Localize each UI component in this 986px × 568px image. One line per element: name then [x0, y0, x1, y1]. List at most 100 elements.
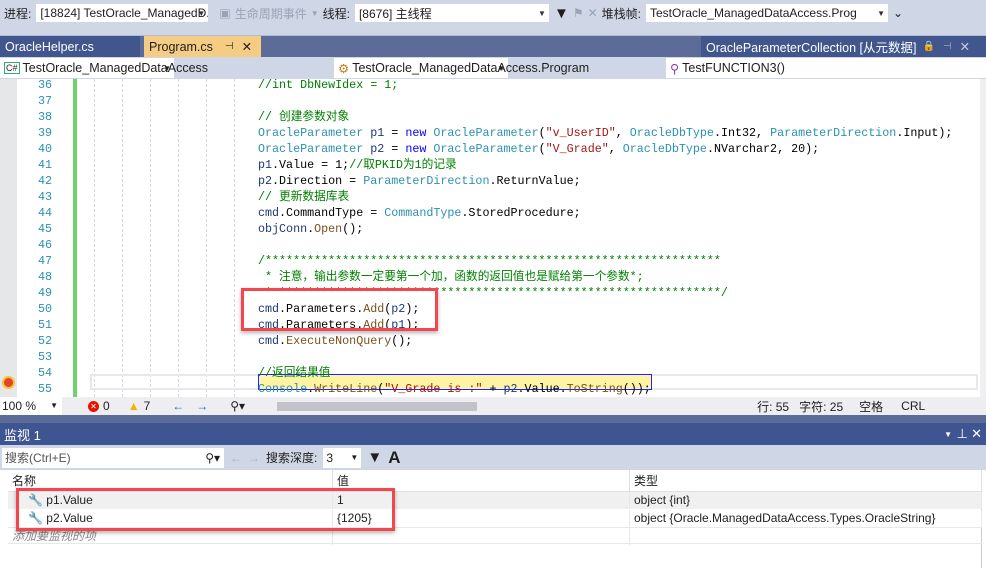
- thread-dropdown[interactable]: [8676] 主线程 ▼: [353, 3, 550, 23]
- line-number: 47: [37, 254, 52, 268]
- code-editor[interactable]: 36 //int DbNewIdex = 1; 37 38 // 创建参数对象 39 Ora…: [0, 79, 986, 397]
- code-line[interactable]: Console.WriteLine("V_Grade is :" + p2.Va…: [258, 381, 651, 397]
- code-token: objConn: [258, 222, 308, 236]
- indent-guide: [234, 79, 235, 397]
- member-dropdown[interactable]: ⚲ TestFUNCTION3(): [666, 58, 986, 78]
- glyph-margin[interactable]: [0, 79, 17, 397]
- code-token: // 更新数据库表: [258, 190, 350, 204]
- code-line[interactable]: cmd.ExecuteNonQuery();: [258, 333, 412, 349]
- forward-arrow-icon[interactable]: →: [196, 399, 208, 413]
- search-back-icon[interactable]: ←: [230, 451, 242, 465]
- column-header-type[interactable]: 类型: [630, 470, 982, 492]
- error-count[interactable]: 0: [103, 399, 110, 413]
- code-line[interactable]: OracleParameter p1 = new OracleParameter…: [258, 125, 952, 141]
- chevron-down-icon: ▼: [50, 401, 58, 410]
- close-icon[interactable]: ✕: [971, 426, 982, 442]
- code-token: ();: [342, 222, 364, 236]
- tab-oracleparametercollection[interactable]: OracleParameterCollection [从元数据] 🔒 ⊣ ✕: [701, 36, 986, 57]
- close-icon[interactable]: ✕: [242, 39, 252, 54]
- code-token: * 注意，输出参数一定要第一个加，函数的返回值也是赋给第一个参数*;: [258, 270, 644, 284]
- chevron-down-icon[interactable]: ▼: [944, 430, 952, 439]
- project-dropdown[interactable]: C# TestOracle_ManagedDataAccess ▼: [0, 58, 208, 78]
- tab-oraclehelper[interactable]: OracleHelper.cs: [0, 36, 140, 57]
- code-line[interactable]: OracleParameter p2 = new OracleParameter…: [258, 141, 819, 157]
- code-line[interactable]: p1.Value = 1;//取PKID为1的记录: [258, 157, 457, 173]
- filter-icon[interactable]: ▼: [554, 5, 569, 22]
- vertical-scrollbar[interactable]: [980, 79, 986, 397]
- code-line[interactable]: objConn.Open();: [258, 221, 363, 237]
- stackframe-dropdown[interactable]: TestOracle_ManagedDataAccess.Prog ▼: [645, 3, 889, 23]
- code-token: OracleParameter: [433, 126, 539, 140]
- lifecycle-events-button[interactable]: 生命周期事件: [235, 5, 307, 22]
- code-line[interactable]: * 注意，输出参数一定要第一个加，函数的返回值也是赋给第一个参数*;: [258, 269, 644, 285]
- watch-toolbar: 搜索(Ctrl+E) ⚲▾ ← → 搜索深度: 3 ▼ ▼ A: [0, 445, 986, 470]
- debug-toolbar: 进程: [18824] TestOracle_ManagedD. ▼ ▣ 生命周期…: [0, 0, 986, 26]
- code-token: Open: [314, 222, 343, 236]
- code-line[interactable]: //返回结果值: [258, 365, 330, 381]
- code-token: ());: [622, 382, 651, 396]
- code-token: "v_UserID": [545, 126, 616, 140]
- error-icon[interactable]: ✕: [88, 400, 99, 412]
- code-token: cmd: [258, 334, 280, 348]
- close-icon[interactable]: ✕: [960, 39, 970, 54]
- back-arrow-icon[interactable]: ←: [172, 399, 184, 413]
- code-token: // 创建参数对象: [258, 110, 350, 124]
- tab-program[interactable]: Program.cs ⊣ ✕: [144, 36, 261, 57]
- code-token: ParameterDirection: [770, 126, 897, 140]
- char-indicator: 字符: 25: [799, 399, 844, 414]
- code-token: "V_Grade is :": [384, 382, 483, 396]
- line-indicator: 行: 55: [757, 399, 790, 414]
- search-forward-icon[interactable]: →: [248, 451, 260, 465]
- panel-splitter[interactable]: [0, 415, 986, 423]
- line-number: 38: [37, 110, 52, 124]
- toolbar-overflow-icon[interactable]: ⌄: [893, 6, 903, 20]
- line-number: 43: [37, 190, 52, 204]
- pin-icon[interactable]: ⊥: [957, 426, 968, 442]
- watch-search-input[interactable]: 搜索(Ctrl+E) ⚲▾: [2, 447, 224, 468]
- pin-icon[interactable]: ⊣: [225, 41, 234, 52]
- code-token: ExecuteNonQuery: [286, 334, 392, 348]
- code-line[interactable]: /***************************************…: [258, 253, 721, 269]
- font-icon[interactable]: A: [388, 448, 400, 468]
- code-token: OracleParameter: [258, 142, 364, 156]
- code-token: OracleParameter: [433, 142, 539, 156]
- code-line[interactable]: //int DbNewIdex = 1;: [258, 79, 398, 93]
- code-token: p1: [370, 126, 385, 140]
- search-depth-dropdown[interactable]: 3 ▼: [323, 447, 362, 468]
- code-token: OracleParameter: [258, 126, 364, 140]
- tab-label: OracleHelper.cs: [5, 39, 94, 54]
- code-token: =: [384, 126, 406, 140]
- chevron-down-icon: ▼: [163, 63, 171, 73]
- code-token: =: [384, 142, 406, 156]
- code-token: OracleDbType: [629, 126, 714, 140]
- code-token: ToString: [566, 382, 623, 396]
- code-token: p1: [258, 158, 273, 172]
- code-token: .Int32,: [713, 126, 771, 140]
- code-line[interactable]: // 创建参数对象: [258, 109, 349, 125]
- class-dropdown[interactable]: ⚙ TestOracle_ManagedDataAccess.Program ▼: [334, 58, 589, 78]
- editor-status-bar: 100 % ▼ ✕ 0 ▲ 7 ← → ⚲▾ 行: 55 字符: 25 空格 CR…: [0, 397, 986, 415]
- flag-icon[interactable]: ⚑: [573, 6, 584, 20]
- code-line[interactable]: p2.Direction = ParameterDirection.Return…: [258, 173, 581, 189]
- code-line[interactable]: // 更新数据库表: [258, 189, 349, 205]
- code-token: ,: [608, 142, 623, 156]
- zoom-dropdown[interactable]: 100 % ▼: [0, 397, 62, 415]
- breakpoint-current-arrow-icon[interactable]: [2, 376, 15, 389]
- code-token: .NVarchar2, 20);: [706, 142, 820, 156]
- line-ending-indicator[interactable]: CRL: [901, 399, 925, 413]
- clear-flags-icon[interactable]: ✕: [588, 6, 598, 20]
- code-token: ,: [615, 126, 630, 140]
- search-icon[interactable]: ⚲▾: [205, 451, 220, 465]
- filter-icon[interactable]: ▼: [367, 449, 382, 466]
- horizontal-scrollbar[interactable]: [277, 401, 478, 411]
- warning-icon[interactable]: ▲: [128, 399, 140, 413]
- warning-count[interactable]: 7: [144, 399, 151, 413]
- whitespace-indicator[interactable]: 空格: [859, 398, 883, 415]
- brush-icon[interactable]: ⚲▾: [230, 399, 245, 413]
- code-token: OracleDbType: [622, 142, 707, 156]
- thread-label: 线程:: [322, 6, 350, 21]
- process-dropdown[interactable]: [18824] TestOracle_ManagedD. ▼: [35, 3, 210, 23]
- code-line[interactable]: cmd.CommandType = CommandType.StoredProc…: [258, 205, 581, 221]
- pin-icon[interactable]: ⊣: [943, 41, 952, 52]
- code-token: +: [482, 382, 504, 396]
